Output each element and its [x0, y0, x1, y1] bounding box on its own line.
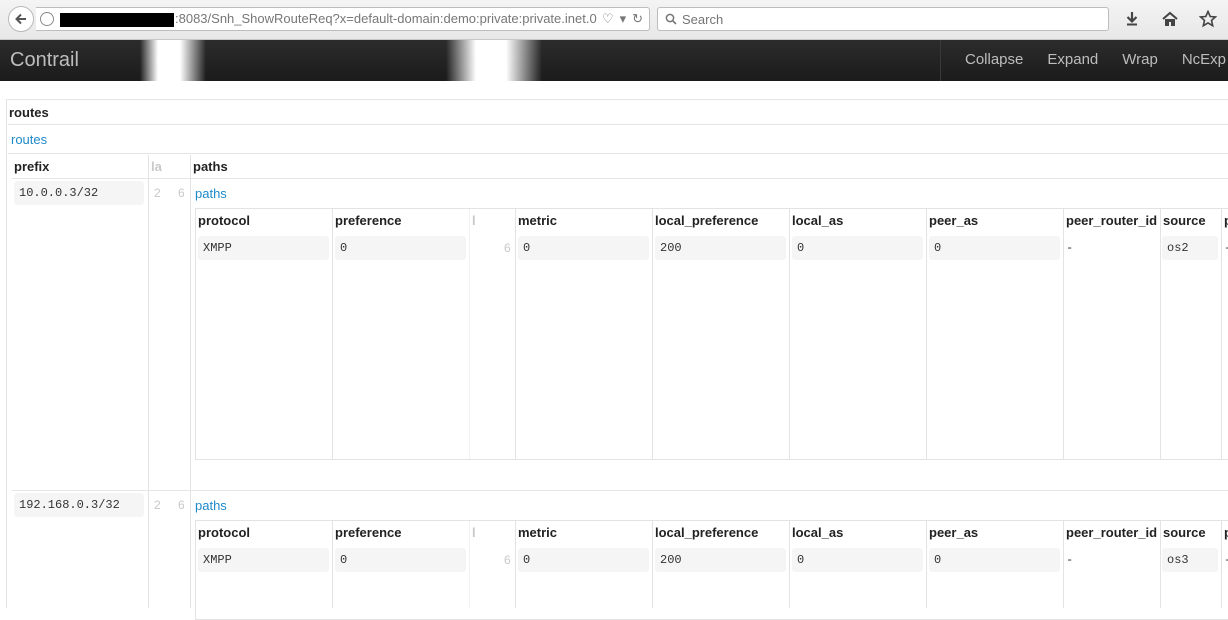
path-header-local-as: local_as — [792, 213, 844, 228]
path-header-l: l — [472, 525, 476, 540]
download-icon[interactable] — [1122, 9, 1142, 29]
path-l-value: 6 — [504, 553, 511, 567]
path-header-p: p — [1224, 525, 1228, 540]
path-source: os2 — [1162, 236, 1218, 260]
path-local-preference: 200 — [655, 548, 786, 572]
route-la-value: 2 — [154, 498, 161, 512]
path-header-local-preference: local_preference — [655, 525, 759, 540]
url-text: :8083/Snh_ShowRouteReq?x=default-domain:… — [175, 11, 597, 26]
path-header-p: p — [1224, 213, 1228, 228]
home-icon[interactable] — [1160, 9, 1180, 29]
path-header-peer-as: peer_as — [929, 525, 979, 540]
path-l-value: 6 — [504, 241, 511, 255]
expand-button[interactable]: Expand — [1047, 40, 1098, 81]
path-header-metric: metric — [518, 213, 558, 228]
path-header-peer-as: peer_as — [929, 213, 979, 228]
path-peer-router-id: - — [1066, 241, 1074, 255]
path-peer-router-id: - — [1066, 553, 1074, 567]
column-header-paths: paths — [193, 159, 228, 174]
path-p-value: - — [1224, 241, 1228, 255]
path-header-metric: metric — [518, 525, 558, 540]
routes-link[interactable]: routes — [11, 132, 47, 147]
route-la-value: 6 — [178, 186, 185, 200]
ncexpand-button[interactable]: NcExp — [1182, 40, 1226, 81]
path-metric: 0 — [518, 548, 649, 572]
path-header-protocol: protocol — [198, 213, 250, 228]
app-navbar: Contrail Collapse Expand Wrap NcExp — [0, 40, 1228, 81]
path-header-source: source — [1163, 213, 1206, 228]
column-header-la: la — [151, 159, 162, 174]
path-header-l: l — [472, 213, 476, 228]
path-p-value: - — [1224, 553, 1228, 567]
search-icon — [665, 13, 677, 25]
path-header-peer-router-id: peer_router_id — [1066, 213, 1158, 228]
navbar-actions: Collapse Expand Wrap NcExp — [940, 40, 1226, 81]
path-header-protocol: protocol — [198, 525, 250, 540]
path-preference: 0 — [335, 548, 466, 572]
bookmark-star-icon[interactable] — [1198, 9, 1218, 29]
back-arrow-icon — [15, 13, 26, 25]
path-header-preference: preference — [335, 213, 402, 228]
path-local-as: 0 — [792, 236, 923, 260]
search-input[interactable] — [682, 10, 1102, 28]
path-header-preference: preference — [335, 525, 402, 540]
path-header-local-as: local_as — [792, 525, 844, 540]
path-header-local-preference: local_preference — [655, 213, 759, 228]
globe-icon — [40, 12, 54, 26]
search-bar[interactable] — [657, 7, 1109, 31]
dropdown-arrow-icon[interactable]: ▾ — [620, 11, 627, 27]
path-local-preference: 200 — [655, 236, 786, 260]
collapse-button[interactable]: Collapse — [965, 40, 1023, 81]
route-la-value: 6 — [178, 498, 185, 512]
column-header-prefix: prefix — [14, 159, 50, 174]
brand-logo[interactable]: Contrail — [10, 49, 79, 72]
path-source: os3 — [1162, 548, 1218, 572]
path-protocol: XMPP — [198, 548, 329, 572]
path-header-peer-router-id: peer_router_id — [1066, 525, 1158, 540]
path-protocol: XMPP — [198, 236, 329, 260]
wrap-button[interactable]: Wrap — [1122, 40, 1158, 81]
path-peer-as: 0 — [929, 236, 1060, 260]
path-peer-as: 0 — [929, 548, 1060, 572]
back-button[interactable] — [8, 6, 34, 32]
path-preference: 0 — [335, 236, 466, 260]
route-prefix: 10.0.0.3/32 — [14, 181, 144, 205]
section-title: routes — [9, 105, 49, 120]
paths-link[interactable]: paths — [195, 186, 227, 201]
route-la-value: 2 — [154, 186, 161, 200]
paths-link[interactable]: paths — [195, 498, 227, 513]
reload-icon[interactable]: ↻ — [632, 11, 643, 27]
redacted-host — [60, 13, 174, 27]
pocket-icon[interactable]: ♡ — [602, 11, 614, 27]
path-metric: 0 — [518, 236, 649, 260]
path-header-source: source — [1163, 525, 1206, 540]
browser-toolbar: :8083/Snh_ShowRouteReq?x=default-domain:… — [0, 0, 1228, 40]
path-local-as: 0 — [792, 548, 923, 572]
address-bar[interactable]: :8083/Snh_ShowRouteReq?x=default-domain:… — [36, 7, 650, 31]
route-prefix: 192.168.0.3/32 — [14, 493, 144, 517]
